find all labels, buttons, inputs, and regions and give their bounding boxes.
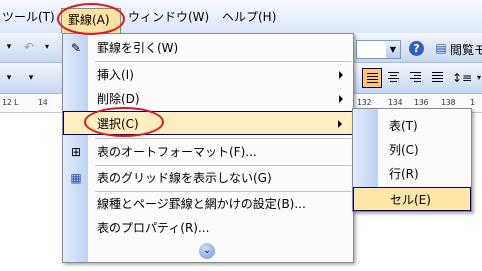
menu-item-delete[interactable]: 削除(D): [63, 87, 353, 111]
reading-layout-button[interactable]: 閲覧モ: [450, 41, 482, 58]
menu-tools[interactable]: ツール(T): [2, 8, 55, 26]
document-icon[interactable]: ▤: [432, 39, 450, 57]
menu-bar: ツール(T) 罫線(A) ウィンドウ(W) ヘルプ(H): [0, 0, 482, 33]
zoom-combo[interactable]: [356, 40, 388, 59]
submenu-item-cell[interactable]: セル(E): [353, 187, 471, 211]
table-menu: ✎ 罫線を引く(W) 挿入(I) 削除(D) 選択(C) ⊞ 表のオートフォーマ…: [62, 33, 354, 263]
menu-window[interactable]: ウィンドウ(W): [128, 8, 209, 26]
menu-item-draw-table[interactable]: ✎ 罫線を引く(W): [63, 36, 353, 60]
expand-menu-icon[interactable]: ⌄: [199, 243, 215, 259]
dropdown-arrow-icon[interactable]: ▾: [0, 69, 18, 87]
menu-separator: [95, 138, 351, 139]
submenu-item-column[interactable]: 列(C): [353, 138, 471, 162]
submenu-item-row[interactable]: 行(R): [353, 162, 471, 186]
dropdown-arrow-icon[interactable]: ▾: [0, 38, 18, 56]
submenu-item-table[interactable]: 表(T): [353, 114, 471, 138]
help-icon[interactable]: ?: [409, 41, 424, 56]
align-right-icon[interactable]: [406, 68, 426, 88]
align-center-icon[interactable]: [384, 68, 404, 88]
menu-item-hide-gridlines[interactable]: ▦ 表のグリッド線を表示しない(G): [63, 166, 353, 190]
dropdown-arrow-icon[interactable]: ▾: [470, 69, 482, 87]
gridlines-icon: ▦: [70, 171, 82, 185]
justify-icon[interactable]: [428, 68, 448, 88]
undo-icon[interactable]: ↶: [20, 38, 38, 56]
submenu-arrow-icon: [339, 95, 343, 103]
zoom-combo-arrow[interactable]: ▼: [386, 40, 401, 59]
line-spacing-icon[interactable]: ↕≡: [452, 69, 472, 87]
draw-table-icon: ✎: [70, 41, 82, 55]
menu-item-table-properties[interactable]: 表のプロパティ(R)...: [63, 216, 353, 240]
menu-item-insert[interactable]: 挿入(I): [63, 63, 353, 87]
submenu-arrow-icon: [339, 71, 343, 79]
menu-separator: [95, 61, 351, 62]
menu-item-table-autoformat[interactable]: ⊞ 表のオートフォーマット(F)...: [63, 140, 353, 164]
dropdown-arrow-icon[interactable]: ▾: [22, 69, 40, 87]
menu-item-select[interactable]: 選択(C): [63, 111, 353, 135]
select-submenu: 表(T) 列(C) 行(R) セル(E): [352, 108, 472, 212]
menu-item-borders-shading[interactable]: 線種とページ罫線と網かけの設定(B)...: [63, 192, 353, 216]
undo-dropdown-icon[interactable]: ▾: [38, 38, 56, 56]
table-autoformat-icon: ⊞: [70, 145, 82, 159]
menu-table[interactable]: 罫線(A): [61, 8, 121, 33]
align-left-icon[interactable]: [362, 68, 382, 88]
menu-help[interactable]: ヘルプ(H): [222, 8, 276, 26]
submenu-arrow-icon: [338, 120, 342, 128]
